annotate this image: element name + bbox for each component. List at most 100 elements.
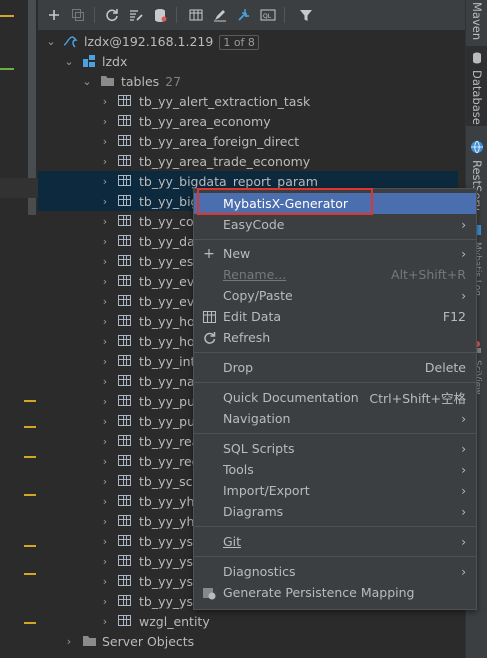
folder-icon (100, 74, 114, 88)
submenu-arrow-icon: › (461, 564, 466, 579)
table-name: tb_yy_yhl (139, 493, 198, 509)
table-icon (118, 535, 131, 546)
schema-icon[interactable] (150, 5, 170, 25)
properties-icon[interactable] (126, 5, 146, 25)
chevron-down-icon[interactable]: ⌄ (64, 55, 74, 68)
table-icon[interactable] (186, 5, 206, 25)
chevron-right-icon[interactable]: › (100, 515, 110, 528)
menu-item-git[interactable]: Git › (194, 531, 476, 552)
table-name: tb_yy_da (139, 233, 195, 249)
menu-item-import-export[interactable]: Import/Export › (194, 480, 476, 501)
refresh-icon[interactable] (102, 5, 122, 25)
menu-item-new[interactable]: + New › (194, 243, 476, 264)
menu-item-easycode[interactable]: EasyCode › (194, 214, 476, 235)
chevron-right-icon[interactable]: › (100, 275, 110, 288)
submenu-arrow-icon: › (461, 246, 466, 261)
table-row[interactable]: › wzgl_entity (38, 611, 465, 631)
jump-icon[interactable] (234, 5, 254, 25)
menu-item-drop[interactable]: Drop Delete (194, 357, 476, 378)
chevron-right-icon[interactable]: › (100, 315, 110, 328)
chevron-right-icon[interactable]: › (100, 475, 110, 488)
chevron-right-icon[interactable]: › (64, 635, 74, 648)
submenu-arrow-icon: › (461, 441, 466, 456)
chevron-down-icon[interactable]: ⌄ (82, 75, 92, 88)
svg-text:QL: QL (263, 13, 272, 20)
tables-folder-node[interactable]: ⌄ tables 27 (38, 71, 465, 91)
filter-icon[interactable] (296, 5, 316, 25)
submenu-arrow-icon: › (461, 288, 466, 303)
menu-item-navigation[interactable]: Navigation › (194, 408, 476, 429)
chevron-right-icon[interactable]: › (100, 115, 110, 128)
menu-separator (194, 433, 476, 434)
table-row[interactable]: › tb_yy_alert_extraction_task (38, 91, 465, 111)
chevron-down-icon[interactable]: ⌄ (46, 35, 56, 48)
table-name: tb_yy_ysp (139, 553, 201, 569)
table-icon (118, 275, 131, 286)
menu-item-tools[interactable]: Tools › (194, 459, 476, 480)
menu-label: New (223, 246, 251, 261)
server-objects-label: Server Objects (102, 633, 195, 649)
chevron-right-icon[interactable]: › (100, 335, 110, 348)
add-icon[interactable] (44, 5, 64, 25)
menu-item-quick-documentation[interactable]: Quick Documentation Ctrl+Shift+空格 (194, 387, 476, 408)
chevron-right-icon[interactable]: › (100, 575, 110, 588)
chevron-right-icon[interactable]: › (100, 455, 110, 468)
chevron-right-icon[interactable]: › (100, 135, 110, 148)
menu-item-rename[interactable]: Rename... Alt+Shift+R (194, 264, 476, 285)
table-row[interactable]: › tb_yy_area_foreign_direct (38, 131, 465, 151)
table-icon (118, 615, 131, 626)
chevron-right-icon[interactable]: › (100, 155, 110, 168)
duplicate-icon[interactable] (68, 5, 88, 25)
menu-label: MybatisX-Generator (223, 196, 349, 211)
chevron-right-icon[interactable]: › (100, 595, 110, 608)
maven-tab[interactable]: Maven (466, 0, 487, 44)
chevron-right-icon[interactable]: › (100, 355, 110, 368)
menu-item-sql-scripts[interactable]: SQL Scripts › (194, 438, 476, 459)
chevron-right-icon[interactable]: › (100, 535, 110, 548)
menu-item-diagnostics[interactable]: Diagnostics › (194, 561, 476, 582)
chevron-right-icon[interactable]: › (100, 235, 110, 248)
menu-item-mybatisx-generator[interactable]: MybatisX-Generator (194, 193, 476, 214)
menu-label: Import/Export (223, 483, 310, 498)
menu-item-edit-data[interactable]: Edit Data F12 (194, 306, 476, 327)
chevron-right-icon[interactable]: › (100, 295, 110, 308)
chevron-right-icon[interactable]: › (100, 435, 110, 448)
table-name: tb_yy_ysp (139, 593, 201, 609)
toolbar-separator (284, 7, 285, 23)
gutter-current-line (0, 178, 38, 198)
menu-item-diagrams[interactable]: Diagrams › (194, 501, 476, 522)
menu-shortcut: F12 (442, 309, 466, 324)
chevron-right-icon[interactable]: › (100, 495, 110, 508)
chevron-right-icon[interactable]: › (100, 175, 110, 188)
chevron-right-icon[interactable]: › (100, 195, 110, 208)
chevron-right-icon[interactable]: › (100, 415, 110, 428)
change-marker (24, 494, 36, 496)
chevron-right-icon[interactable]: › (100, 95, 110, 108)
chevron-right-icon[interactable]: › (100, 375, 110, 388)
database-tab[interactable]: Database (466, 46, 487, 126)
console-icon[interactable]: QL (258, 5, 278, 25)
menu-item-refresh[interactable]: Refresh (194, 327, 476, 348)
schema-icon (82, 54, 96, 68)
submenu-arrow-icon: › (461, 504, 466, 519)
edit-icon[interactable] (210, 5, 230, 25)
table-icon (118, 95, 131, 106)
chevron-right-icon[interactable]: › (100, 615, 110, 628)
chevron-right-icon[interactable]: › (100, 555, 110, 568)
menu-item-generate-persistence-mapping[interactable]: Generate Persistence Mapping (194, 582, 476, 603)
table-name: tb_yy_big (139, 193, 199, 209)
chevron-right-icon[interactable]: › (100, 255, 110, 268)
table-icon (118, 515, 131, 526)
connection-node[interactable]: ⌄ lzdx@192.168.1.219 1 of 8 (38, 31, 465, 51)
menu-item-copy-paste[interactable]: Copy/Paste › (194, 285, 476, 306)
chevron-right-icon[interactable]: › (100, 215, 110, 228)
refresh-icon (202, 331, 216, 345)
table-row[interactable]: › tb_yy_area_economy (38, 111, 465, 131)
schema-node[interactable]: ⌄ lzdx (38, 51, 465, 71)
menu-shortcut: Alt+Shift+R (391, 267, 466, 282)
connection-label: lzdx@192.168.1.219 (84, 33, 214, 49)
chevron-right-icon[interactable]: › (100, 395, 110, 408)
table-row[interactable]: › tb_yy_area_trade_economy (38, 151, 465, 171)
server-objects-node[interactable]: › Server Objects (38, 631, 465, 651)
table-icon (118, 335, 131, 346)
